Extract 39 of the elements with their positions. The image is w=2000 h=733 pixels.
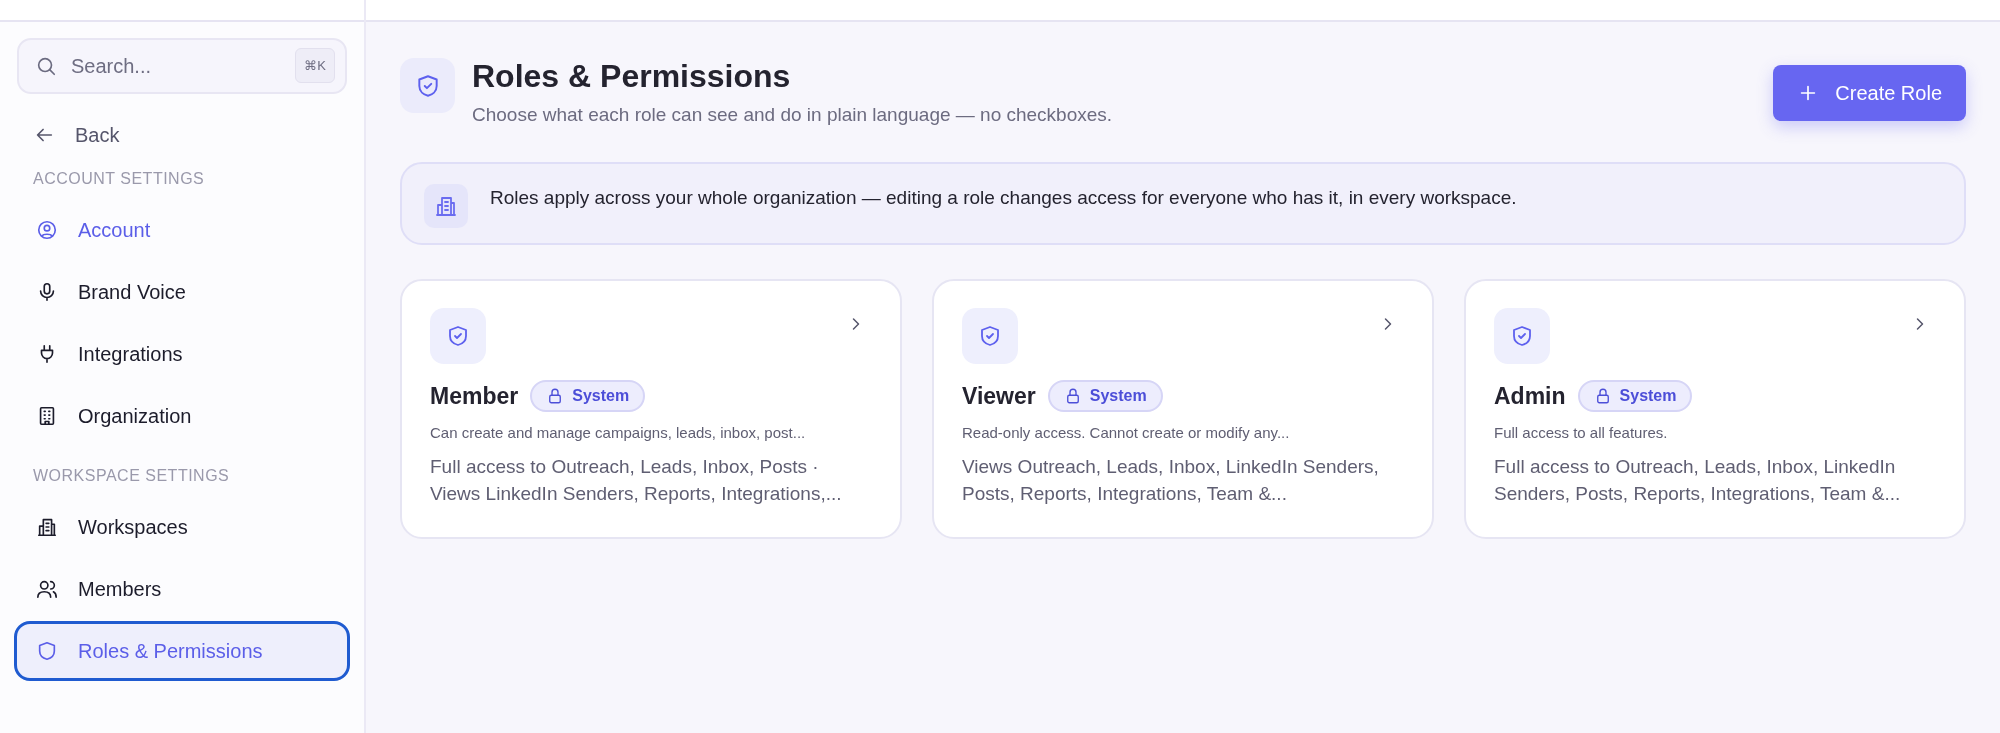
sidebar-item[interactable]: Organization — [14, 386, 350, 446]
banner-text: Roles apply across your whole organization — editing a role changes access for everyone who has it, in every workspace. — [490, 187, 1517, 209]
shield-check-icon — [962, 308, 1018, 364]
role-description: Full access to all features. — [1494, 424, 1669, 441]
role-name: Admin — [1494, 382, 1566, 410]
system-badge: System — [1577, 380, 1693, 412]
shield-check-icon — [430, 308, 486, 364]
sidebar-item[interactable]: Members — [14, 559, 350, 619]
shield-check-icon — [1494, 308, 1550, 364]
role-summary: Full access to Outreach, Leads, Inbox, Posts · Views LinkedIn Senders, Reports, Integrations,... — [430, 455, 843, 506]
shield-icon — [36, 640, 58, 662]
role-name: Member — [430, 382, 519, 410]
system-badge: System — [1047, 380, 1163, 412]
sidebar-item[interactable]: Integrations — [14, 324, 350, 384]
users-icon — [36, 578, 58, 600]
office-building-icon — [36, 516, 58, 538]
sidebar-item[interactable]: Account — [14, 200, 350, 260]
role-card[interactable]: Viewer System Read-only access. Cannot create or modify any... Views Outreach, Leads, Inbox, LinkedIn Senders, Posts, Reports, Integrations, Team &... — [932, 279, 1434, 539]
sidebar-item[interactable]: Roles & Permissions — [14, 621, 350, 681]
role-card[interactable]: Admin System Full access to all features. Full access to Outreach, Leads, Inbox, LinkedIn Senders, Posts, Reports, Integrations, Team &... — [1464, 279, 1966, 539]
shield-check-icon — [400, 58, 455, 113]
role-summary: Views Outreach, Leads, Inbox, LinkedIn Senders, Posts, Reports, Integrations, Team &... — [962, 455, 1380, 506]
create-role-button[interactable]: Create Role — [1773, 65, 1966, 121]
sidebar-item[interactable]: Workspaces — [14, 497, 350, 557]
role-card[interactable]: Member System Can create and manage campaigns, leads, inbox, post... Full access to Outreach, Leads, Inbox, Posts · Views LinkedIn Senders, Reports, Integrations,... — [400, 279, 902, 539]
sidebar-item[interactable]: Brand Voice — [14, 262, 350, 322]
shortcut-key: ⌘K — [295, 48, 335, 83]
role-name: Viewer — [962, 382, 1036, 410]
role-description: Read-only access. Cannot create or modify any... — [962, 424, 1291, 441]
office-building-icon — [424, 184, 468, 228]
section-heading: ACCOUNT SETTINGS — [32, 170, 206, 188]
role-summary: Full access to Outreach, Leads, Inbox, LinkedIn Senders, Posts, Reports, Integrations, Team &... — [1494, 455, 1902, 506]
user-circle-icon — [36, 219, 58, 241]
role-description: Can create and manage campaigns, leads, inbox, post... — [430, 424, 807, 441]
system-badge: System — [530, 380, 646, 412]
back-link[interactable]: Back — [17, 120, 347, 150]
page-title: Roles & Permissions — [472, 57, 792, 96]
page-subtitle: Choose what each role can see and do in plain language — no checkboxes. — [472, 104, 1114, 126]
section-heading: WORKSPACE SETTINGS — [32, 467, 231, 485]
